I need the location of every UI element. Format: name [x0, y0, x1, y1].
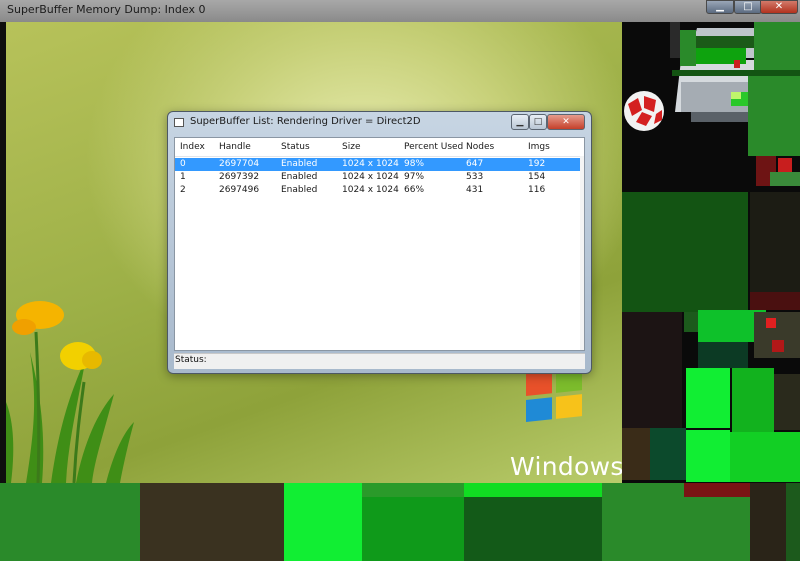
dialog-title: SuperBuffer List: Rendering Driver = Dir… — [190, 116, 421, 127]
cell-imgs: 154 — [528, 172, 546, 182]
ball-icon — [624, 91, 664, 131]
cell-handle: 2697496 — [219, 185, 260, 195]
cell-status: Enabled — [281, 159, 318, 169]
cell-imgs: 116 — [528, 185, 546, 195]
column-header-size[interactable]: Size — [342, 142, 360, 152]
list-row[interactable]: 2 2697496 Enabled 1024 x 1024 66% 431 11… — [175, 184, 581, 197]
outer-maximize-button[interactable]: □ — [734, 0, 762, 14]
cell-nodes: 533 — [466, 172, 484, 182]
outer-window-title: SuperBuffer Memory Dump: Index 0 — [7, 3, 206, 16]
column-header-percent-used[interactable]: Percent Used — [404, 142, 463, 152]
cell-imgs: 192 — [528, 159, 546, 169]
window-icon — [174, 118, 184, 127]
status-label: Status: — [175, 355, 207, 365]
status-bar: Status: — [174, 353, 585, 369]
list-row[interactable]: 1 2697392 Enabled 1024 x 1024 97% 533 15… — [175, 171, 581, 184]
column-header-handle[interactable]: Handle — [219, 142, 251, 152]
cell-nodes: 647 — [466, 159, 484, 169]
list-header: Index Handle Status Size Percent Used No… — [175, 138, 584, 157]
cell-handle: 2697392 — [219, 172, 260, 182]
column-header-imgs[interactable]: Imgs — [528, 142, 550, 152]
dialog-close-button[interactable]: ✕ — [547, 114, 585, 130]
list-scrollbar[interactable] — [580, 156, 584, 350]
cell-status: Enabled — [281, 172, 318, 182]
cell-size: 1024 x 1024 — [342, 172, 399, 182]
dialog-minimize-button[interactable]: ▁ — [511, 114, 529, 130]
texture-atlas-panel — [622, 22, 800, 483]
cell-percent-used: 97% — [404, 172, 425, 182]
cell-percent-used: 66% — [404, 185, 425, 195]
cell-size: 1024 x 1024 — [342, 159, 399, 169]
column-header-status[interactable]: Status — [281, 142, 310, 152]
cell-index: 1 — [180, 172, 186, 182]
column-header-nodes[interactable]: Nodes — [466, 142, 494, 152]
cell-handle: 2697704 — [219, 159, 260, 169]
outer-close-button[interactable]: ✕ — [760, 0, 798, 14]
superbuffer-list-view[interactable]: Index Handle Status Size Percent Used No… — [174, 137, 585, 351]
list-row[interactable]: 0 2697704 Enabled 1024 x 1024 98% 647 19… — [175, 158, 581, 171]
dialog-maximize-button[interactable]: □ — [529, 114, 547, 130]
cell-size: 1024 x 1024 — [342, 185, 399, 195]
cell-nodes: 431 — [466, 185, 484, 195]
cell-status: Enabled — [281, 185, 318, 195]
superbuffer-list-dialog[interactable]: SuperBuffer List: Rendering Driver = Dir… — [167, 111, 592, 374]
cell-index: 2 — [180, 185, 186, 195]
desktop-brand-text: Windows8 — [510, 452, 622, 481]
column-header-index[interactable]: Index — [180, 142, 205, 152]
outer-title-bar[interactable]: SuperBuffer Memory Dump: Index 0 ▁ □ ✕ — [0, 0, 800, 22]
cell-percent-used: 98% — [404, 159, 425, 169]
outer-minimize-button[interactable]: ▁ — [706, 0, 734, 14]
cell-index: 0 — [180, 159, 186, 169]
